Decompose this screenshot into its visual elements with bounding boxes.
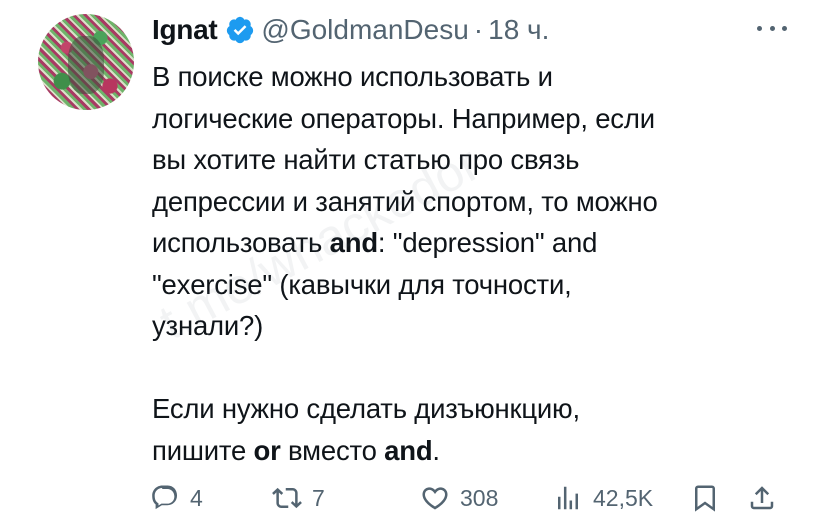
tweet-text-bold: or <box>253 434 281 466</box>
tweet-text: Если нужно сделать дизъюнкцию, <box>152 393 580 424</box>
tweet-text: "exercise" (кавычки для точности, <box>152 268 572 300</box>
like-button[interactable]: 308 <box>420 478 498 518</box>
tweet-text-line: использовать and: "depression" and <box>152 222 812 264</box>
tweet-text: вы хотите найти статью про связь <box>152 144 580 175</box>
bookmark-icon <box>695 485 715 512</box>
tweet-text-bold: and <box>384 434 433 466</box>
reply-button[interactable]: 4 <box>150 478 203 518</box>
heart-icon <box>422 487 448 510</box>
views-chart-icon <box>558 486 578 510</box>
views-button[interactable]: 42,5K <box>553 478 653 518</box>
tweet-text-line: В поиске можно использовать и <box>152 56 812 98</box>
tweet-body: В поиске можно использовать и логические … <box>152 56 812 471</box>
retweet-count: 7 <box>312 484 325 511</box>
tweet-text-line: пишите or вместо and. <box>152 430 812 472</box>
tweet-header: Ignat @GoldmanDesu · 18 ч. <box>152 10 549 50</box>
tweet-text: использовать <box>152 227 330 258</box>
tweet-text: : "depression" and <box>377 227 598 258</box>
tweet-text: логические операторы. Например, если <box>152 102 655 134</box>
tweet-text-line: депрессии и занятий спортом, то можно <box>152 181 812 223</box>
tweet-text: В поиске можно использовать и <box>152 61 553 92</box>
verified-badge-icon[interactable] <box>225 15 255 45</box>
action-bar: 4 7 308 42,5K <box>150 478 790 518</box>
reply-count: 4 <box>190 484 203 511</box>
avatar[interactable] <box>38 14 134 110</box>
tweet-text-line: узнали?) <box>152 305 812 347</box>
more-options-icon[interactable] <box>757 18 787 38</box>
reply-icon <box>152 485 178 510</box>
more-dot <box>782 25 787 31</box>
tweet-text: . <box>432 434 440 466</box>
share-icon <box>750 486 774 510</box>
separator-dot: · <box>473 14 484 45</box>
timestamp[interactable]: 18 ч. <box>488 14 549 46</box>
retweet-button[interactable]: 7 <box>272 478 325 518</box>
more-dot <box>757 25 762 31</box>
tweet-text-line: вы хотите найти статью про связь <box>152 139 812 181</box>
bookmark-button[interactable] <box>690 478 720 518</box>
share-button[interactable] <box>747 478 777 518</box>
views-count: 42,5K <box>593 484 654 511</box>
tweet-text-line: Если нужно сделать дизъюнкцию, <box>152 388 812 430</box>
retweet-icon <box>272 487 302 509</box>
tweet-text: вместо <box>280 434 385 466</box>
tweet-text: узнали?) <box>152 310 264 341</box>
more-dot <box>769 25 775 31</box>
tweet-text-line: логические операторы. Например, если <box>152 98 812 140</box>
tweet-text-bold: and <box>329 227 378 258</box>
author-name[interactable]: Ignat <box>152 14 218 46</box>
tweet-text-line: "exercise" (кавычки для точности, <box>152 264 812 306</box>
like-count: 308 <box>460 484 499 511</box>
tweet-text: пишите <box>152 434 254 466</box>
avatar-face <box>68 36 104 94</box>
tweet-text: депрессии и занятий спортом, то можно <box>152 185 658 217</box>
author-handle[interactable]: @GoldmanDesu <box>261 14 468 46</box>
